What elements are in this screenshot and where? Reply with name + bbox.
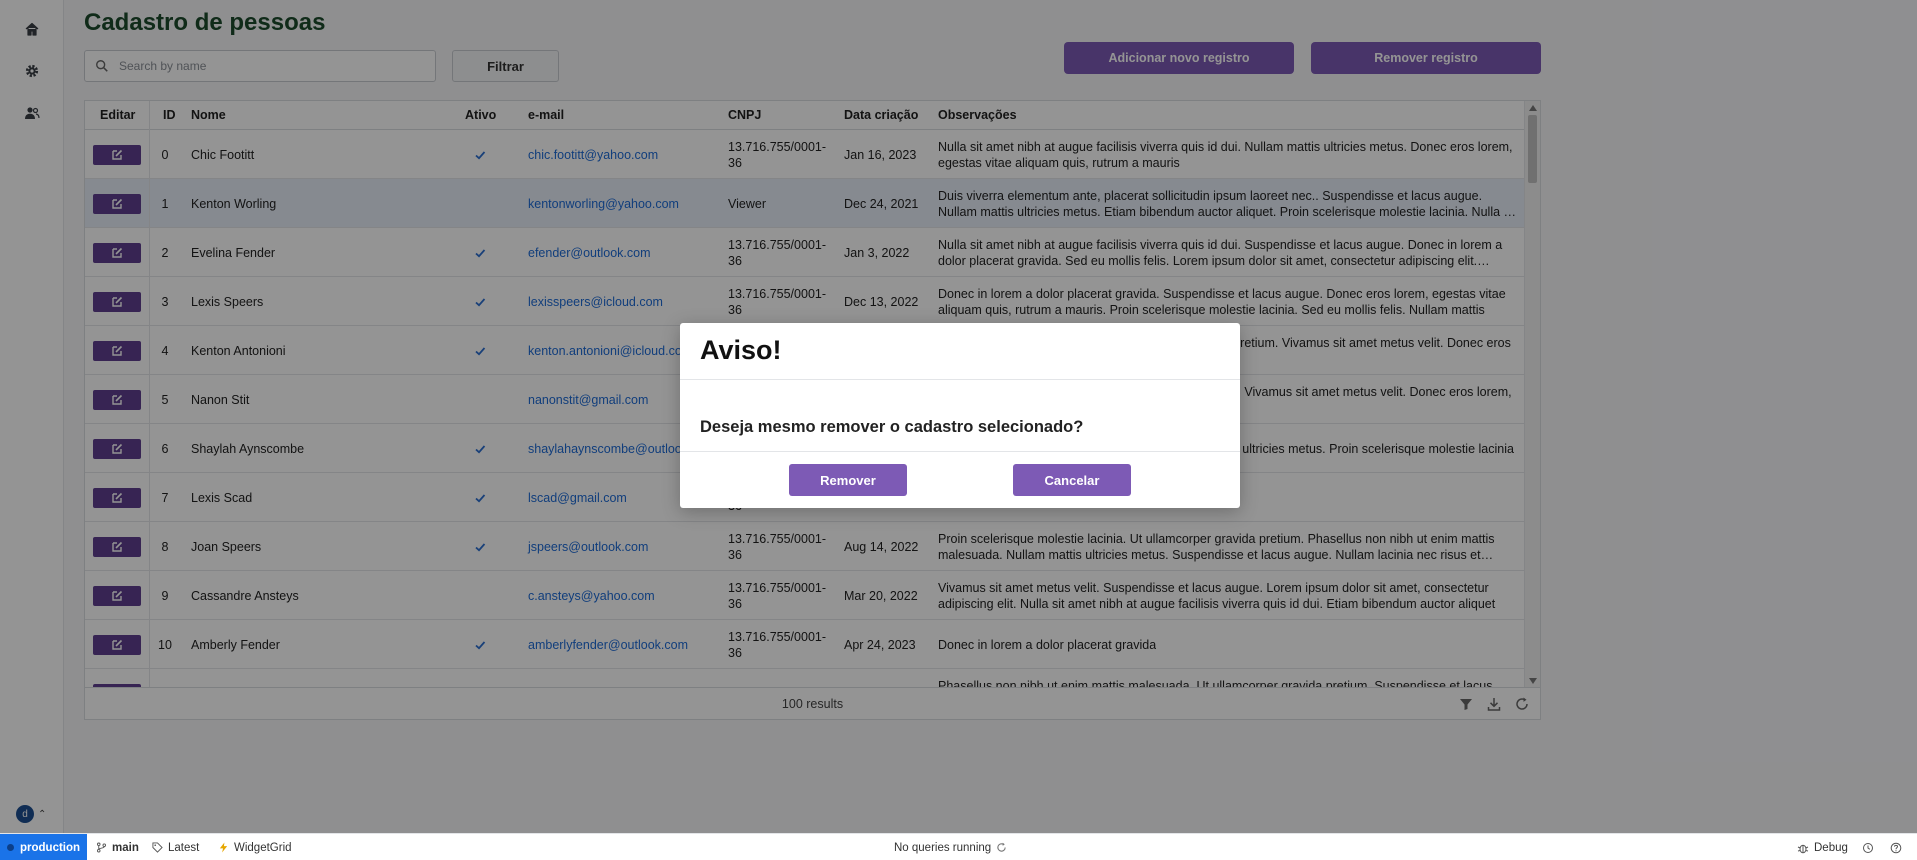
debug-label: Debug [1814, 841, 1848, 854]
refresh-icon[interactable] [996, 842, 1007, 853]
version-label: Latest [168, 841, 200, 854]
tag-icon [152, 842, 163, 853]
branch-icon [97, 842, 106, 853]
environment-badge[interactable]: production [0, 834, 87, 860]
queries-label: No queries running [894, 841, 992, 854]
help-icon [1890, 842, 1902, 853]
status-dot-icon [7, 844, 14, 851]
history-button[interactable] [1862, 834, 1874, 860]
dialog-title: Aviso! [700, 335, 782, 365]
queries-status: No queries running [894, 834, 1007, 860]
branch-label: main [112, 841, 139, 854]
cancel-button[interactable]: Cancelar [1013, 464, 1131, 496]
dialog-message: Deseja mesmo remover o cadastro selecion… [700, 418, 1084, 436]
confirm-remove-button[interactable]: Remover [789, 464, 907, 496]
branch-selector[interactable]: main [96, 834, 139, 860]
help-button[interactable] [1890, 834, 1902, 860]
history-icon [1863, 842, 1873, 853]
divider [680, 379, 1240, 380]
divider [680, 451, 1240, 452]
app-label: WidgetGrid [234, 841, 292, 854]
bolt-icon [219, 842, 228, 853]
status-bar: production main Latest WidgetGrid No que… [0, 833, 1917, 860]
environment-label: production [20, 841, 81, 854]
confirm-dialog: Aviso! Deseja mesmo remover o cadastro s… [680, 323, 1240, 508]
version-selector[interactable]: Latest [152, 834, 199, 860]
app-selector[interactable]: WidgetGrid [218, 834, 292, 860]
debug-button[interactable]: Debug [1797, 834, 1848, 860]
bug-icon [1797, 844, 1809, 853]
